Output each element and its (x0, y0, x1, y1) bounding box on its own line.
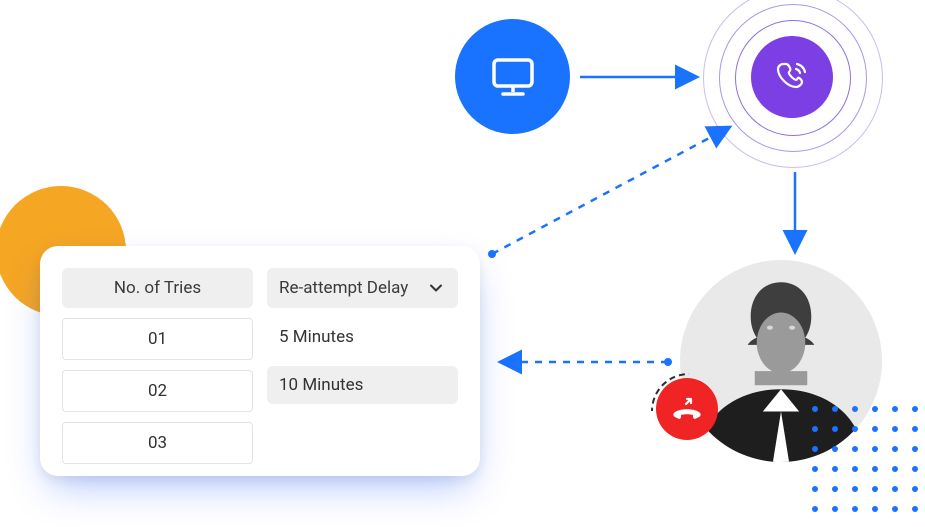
flow-card-to-phone (492, 128, 728, 254)
chevron-down-icon (428, 280, 444, 296)
delay-option[interactable]: 5 Minutes (267, 318, 458, 356)
tries-header: No. of Tries (62, 268, 253, 308)
tries-column: No. of Tries 01 02 03 (62, 268, 253, 464)
delay-dropdown[interactable]: Re-attempt Delay (267, 268, 458, 308)
monitor-icon (485, 49, 541, 105)
delay-column: Re-attempt Delay 5 Minutes 10 Minutes (267, 268, 458, 464)
decorative-dot-grid (812, 406, 918, 512)
phone-ringing-icon (772, 57, 812, 97)
tries-row[interactable]: 01 (62, 318, 253, 360)
tries-row[interactable]: 03 (62, 422, 253, 464)
phone-node (703, 0, 881, 166)
missed-call-badge (656, 378, 718, 440)
missed-call-icon (670, 392, 704, 426)
computer-node (455, 19, 570, 134)
diagram-stage: No. of Tries 01 02 03 Re-attempt Delay 5… (0, 0, 925, 527)
delay-option-selected[interactable]: 10 Minutes (267, 366, 458, 404)
delay-header-label: Re-attempt Delay (279, 278, 408, 298)
tries-row[interactable]: 02 (62, 370, 253, 412)
retry-settings-card: No. of Tries 01 02 03 Re-attempt Delay 5… (40, 246, 480, 476)
